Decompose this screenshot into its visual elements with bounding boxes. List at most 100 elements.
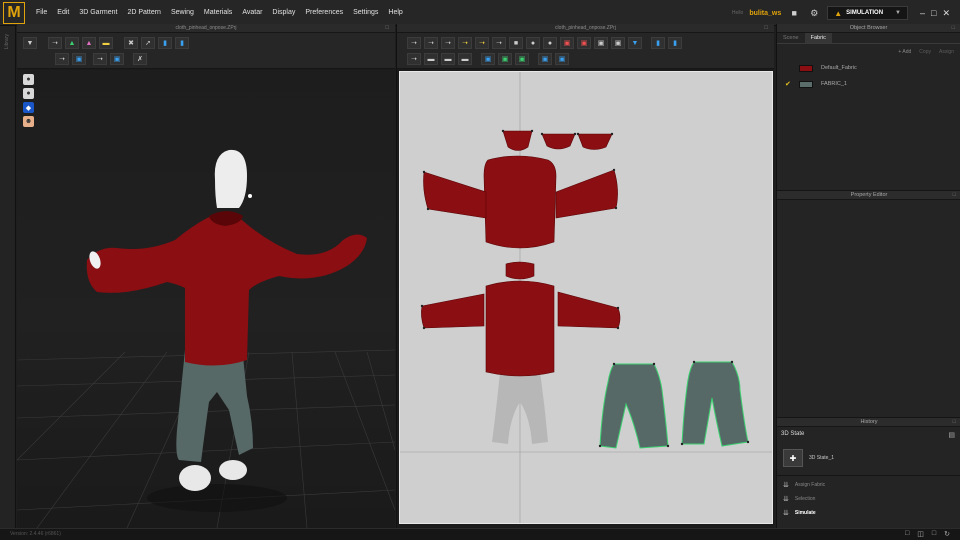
chevron-down-icon: ⇊ [783,482,789,489]
menu-file[interactable]: File [31,9,52,16]
polygon-icon[interactable]: ➝ [492,37,506,49]
2d-canvas[interactable] [399,71,773,524]
button-icon[interactable]: ▬ [458,53,472,65]
menu-display[interactable]: Display [267,9,300,16]
2d-toolbar-row-1: ➝ ➝ ➝ ➝ ➝ ➝ ■ ● ● ▣ ▣ ▣ ▣ ▼ ▮ ▮ [407,37,682,49]
add-point-icon[interactable]: ➝ [458,37,472,49]
menu-2d-pattern[interactable]: 2D Pattern [122,9,165,16]
3d-toolbar-row-1: ▼ ➝ ▲ ▲ ▬ ✖ ➚ ▮ ▮ [23,37,189,49]
history-float-icon[interactable]: □ [953,418,956,427]
free-sewing-icon[interactable]: ▮ [668,37,682,49]
menu-preferences[interactable]: Preferences [300,9,348,16]
menu-sewing[interactable]: Sewing [166,9,199,16]
pants-3d[interactable] [176,350,253,462]
menu-settings[interactable]: Settings [348,9,383,16]
edit-texture-icon[interactable]: ➝ [407,53,421,65]
history-clear-icon[interactable]: ▤ [948,431,955,439]
assign-fabric-button[interactable]: Assign [939,49,954,55]
measure-2d-icon[interactable]: ▣ [555,53,569,65]
select-mesh-icon[interactable]: ▼ [23,37,37,49]
menu-3d-garment[interactable]: 3D Garment [74,9,122,16]
back-pattern-set[interactable] [423,130,618,249]
xray-icon[interactable]: ✗ [133,53,147,65]
3d-window-maximize-icon[interactable]: □ [385,24,389,33]
history-row-assign-fabric[interactable]: ⇊ Assign Fabric [783,481,825,489]
fabric-item-fabric1[interactable]: ✔ FABRIC_1 [777,76,960,92]
2d-window-maximize-icon[interactable]: □ [764,24,768,33]
chevron-down-icon[interactable]: ▼ [895,10,901,16]
pin-icon[interactable]: ➚ [141,37,155,49]
avatar-pose-icon[interactable]: ➝ [55,53,69,65]
right-panel-column: Object Browser □ Scene Fabric + Add Copy… [776,24,960,528]
layout-single-icon[interactable]: □ [905,530,909,538]
sync-icon[interactable]: ↻ [944,530,950,538]
layout-wide-icon[interactable]: □ [932,530,936,538]
3d-viewport[interactable]: ● ● ◆ ☻ [17,70,395,528]
measure-icon[interactable]: ➝ [93,53,107,65]
object-browser-float-icon[interactable]: □ [952,24,955,33]
fold-icon[interactable]: ▬ [424,53,438,65]
property-editor-title: Property Editor □ [777,191,960,200]
library-strip[interactable]: Library [0,26,16,528]
history-row-simulate[interactable]: ⇊ Simulate [783,509,816,517]
user-name[interactable]: bulita_ws [749,10,781,17]
history-state-thumbnail[interactable]: ✚ [783,449,803,467]
avatar-skin-icon[interactable]: ● [23,88,34,99]
strengthen-icon[interactable]: ▮ [158,37,172,49]
trace-icon[interactable]: ▣ [594,37,608,49]
sweater-3d[interactable] [86,214,367,366]
pin-2d-icon[interactable]: ▣ [515,53,529,65]
pants-pattern-set[interactable] [599,361,749,449]
history-row-selection[interactable]: ⇊ Selection [783,495,815,503]
internal-rectangle-icon[interactable]: ● [543,37,557,49]
circle-icon[interactable]: ➝ [475,37,489,49]
select-sewing-icon[interactable]: ▣ [481,53,495,65]
shrink-icon[interactable]: ▮ [175,37,189,49]
property-editor-float-icon[interactable]: □ [953,191,956,200]
fabric-name: FABRIC_1 [821,81,847,87]
edit-point-icon[interactable]: ➝ [424,37,438,49]
avatar-texture-icon[interactable]: ◆ [23,102,34,113]
fold-arrange-icon[interactable]: ▬ [99,37,113,49]
avatar-show-icon[interactable]: ● [23,74,34,85]
edit-curvature-icon[interactable]: ➝ [441,37,455,49]
garment-back-icon[interactable]: ▲ [82,37,96,49]
menu-avatar[interactable]: Avatar [237,9,267,16]
history-state-label[interactable]: 3D State_1 [809,455,834,461]
simulation-button[interactable]: ▲ SIMULATION ▼ [827,6,908,20]
select-move-icon[interactable]: ➝ [48,37,62,49]
minimize-icon[interactable]: – [920,8,925,19]
dart-icon[interactable]: ▣ [560,37,574,49]
garment-front-icon[interactable]: ▲ [65,37,79,49]
menu-materials[interactable]: Materials [199,9,237,16]
layout-split-icon[interactable]: ◫ [917,530,924,538]
settings-gear-icon[interactable]: ⚙ [807,8,821,19]
add-fabric-button[interactable]: + Add [898,49,911,55]
menu-edit[interactable]: Edit [52,9,74,16]
grainline-icon[interactable]: ▣ [611,37,625,49]
topstitch-icon[interactable]: ▬ [441,53,455,65]
status-icons: □ ◫ □ ↻ [905,530,950,538]
user-icon[interactable]: ■ [787,8,801,18]
maximize-icon[interactable]: □ [931,8,936,19]
copy-fabric-button[interactable]: Copy [919,49,931,55]
sewing-icon[interactable]: ▼ [628,37,642,49]
internal-polygon-icon[interactable]: ● [526,37,540,49]
notch-icon[interactable]: ▣ [577,37,591,49]
avatar-arrange-icon[interactable]: ▣ [72,53,86,65]
transform-pattern-icon[interactable]: ➝ [407,37,421,49]
segment-sewing-icon[interactable]: ▮ [651,37,665,49]
measure-length-icon[interactable]: ▣ [110,53,124,65]
history-title: History □ [777,418,960,427]
tape-icon[interactable]: ▣ [498,53,512,65]
tack-icon[interactable]: ✖ [124,37,138,49]
tab-fabric[interactable]: Fabric [804,33,832,43]
avatar-face-icon[interactable]: ☻ [23,116,34,127]
fabric-item-default[interactable]: Default_Fabric [777,60,960,76]
front-pattern-set[interactable] [421,261,621,377]
close-icon[interactable]: ✕ [942,8,950,19]
menu-help[interactable]: Help [383,9,407,16]
annotation-icon[interactable]: ▣ [538,53,552,65]
rectangle-icon[interactable]: ■ [509,37,523,49]
tab-scene[interactable]: Scene [777,33,805,43]
